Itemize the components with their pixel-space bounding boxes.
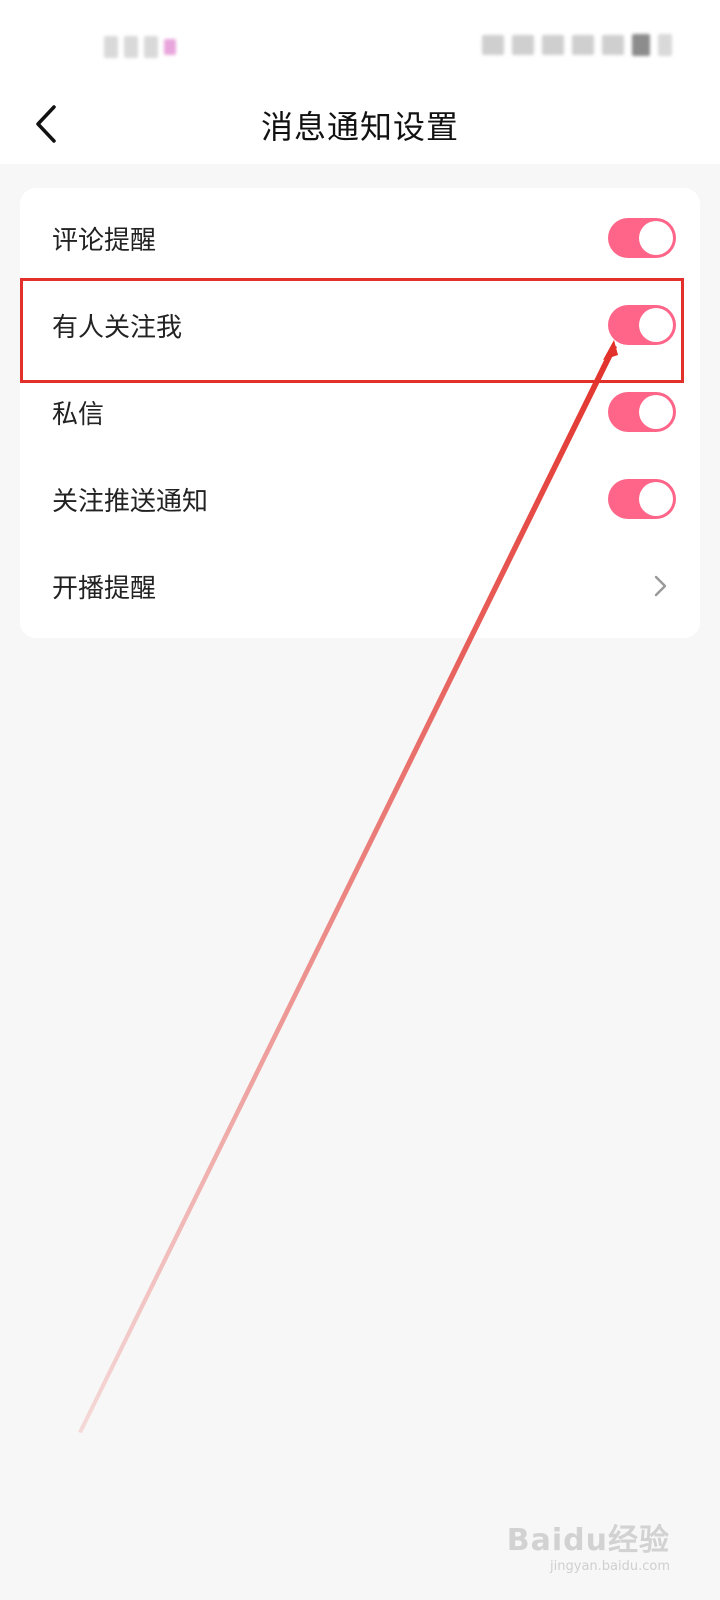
setting-row-someone-follows-me: 有人关注我 xyxy=(20,281,700,369)
status-icons-blurred xyxy=(482,34,672,56)
follow-push-toggle[interactable] xyxy=(608,479,676,519)
comment-reminder-toggle[interactable] xyxy=(608,218,676,258)
setting-row-comment-reminder: 评论提醒 xyxy=(20,194,700,282)
toggle-knob xyxy=(639,482,673,516)
setting-row-follow-push: 关注推送通知 xyxy=(20,455,700,543)
chevron-right-icon[interactable] xyxy=(648,574,672,598)
nav-bar: 消息通知设置 xyxy=(0,90,720,160)
setting-label: 私信 xyxy=(52,399,105,430)
someone-follows-me-toggle[interactable] xyxy=(608,305,676,345)
page-title: 消息通知设置 xyxy=(260,108,459,146)
setting-label: 开播提醒 xyxy=(52,573,157,604)
toggle-knob xyxy=(639,221,673,255)
setting-label: 评论提醒 xyxy=(52,225,157,256)
watermark-url: jingyan.baidu.com xyxy=(550,1559,670,1574)
setting-row-private-message: 私信 xyxy=(20,368,700,456)
toggle-knob xyxy=(639,395,673,429)
status-bar xyxy=(0,0,720,95)
toggle-knob xyxy=(639,308,673,342)
settings-card: 评论提醒 有人关注我 私信 关注推送通知 开播提醒 xyxy=(20,188,700,638)
top-bar: 消息通知设置 xyxy=(0,0,720,164)
setting-row-live-reminder[interactable]: 开播提醒 xyxy=(20,542,700,630)
setting-label: 关注推送通知 xyxy=(52,486,209,517)
setting-label: 有人关注我 xyxy=(52,312,183,343)
private-message-toggle[interactable] xyxy=(608,392,676,432)
status-time-blurred xyxy=(104,36,176,58)
watermark-logo: Baidu经验 xyxy=(506,1523,670,1558)
watermark: Baidu经验 jingyan.baidu.com xyxy=(507,1515,670,1574)
